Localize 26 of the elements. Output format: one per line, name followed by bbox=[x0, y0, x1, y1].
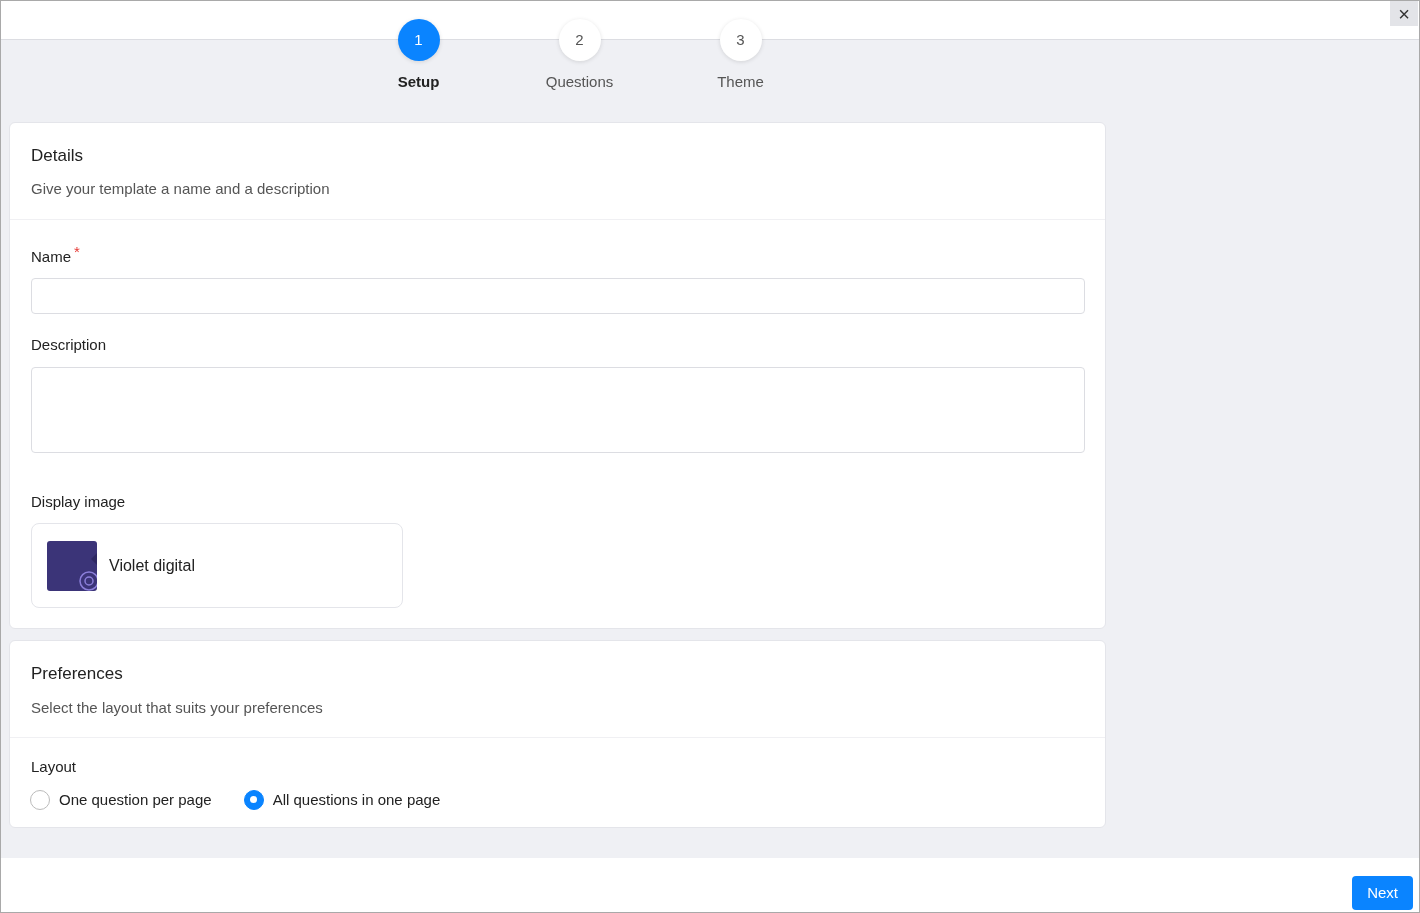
field-label: Display image bbox=[31, 491, 127, 512]
step-label[interactable]: Setup bbox=[397, 71, 440, 94]
name-field[interactable] bbox=[31, 278, 1085, 314]
step-label[interactable]: Questions bbox=[545, 71, 614, 94]
step-number[interactable]: 3 bbox=[719, 19, 762, 61]
section-title: Preferences bbox=[31, 663, 124, 685]
next-button[interactable]: Next bbox=[1352, 875, 1413, 910]
description-field[interactable] bbox=[31, 366, 1085, 453]
image-card[interactable]: Violet digital bbox=[31, 523, 403, 608]
field-label: Name bbox=[31, 247, 71, 265]
radio-option[interactable]: All questions in one page bbox=[243, 788, 441, 811]
radio-option[interactable]: One question per page bbox=[30, 788, 212, 811]
required-mark: * bbox=[74, 242, 80, 260]
radio-button[interactable] bbox=[30, 789, 50, 810]
close-button[interactable]: × bbox=[1390, 1, 1418, 26]
step-number[interactable]: 2 bbox=[558, 19, 601, 61]
section-title: Details bbox=[31, 144, 84, 167]
image-name: Violet digital bbox=[109, 555, 195, 576]
step-number[interactable]: 1 bbox=[397, 19, 440, 61]
theme-thumbnail bbox=[47, 540, 97, 591]
section-subtitle: Select the layout that suits your preferences bbox=[31, 697, 324, 718]
radio-button[interactable] bbox=[243, 789, 264, 810]
field-label: Layout bbox=[31, 757, 78, 777]
section-subtitle: Give your template a name and a description bbox=[31, 179, 331, 199]
field-label: Description bbox=[31, 336, 107, 353]
step-label[interactable]: Theme bbox=[717, 71, 764, 94]
